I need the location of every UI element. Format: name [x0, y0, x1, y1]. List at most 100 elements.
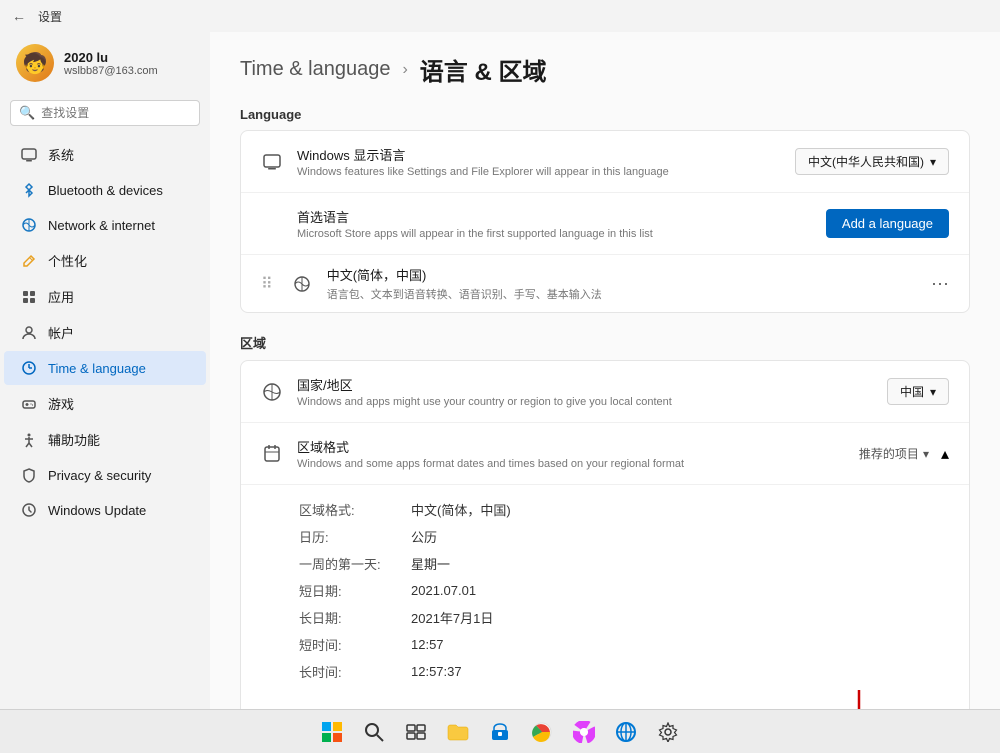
chinese-lang-row: ⠿ 中文(简体，中国) 语言包、文本到语音转换、语音识别、手写、基本输入法 ··…: [241, 255, 969, 312]
sidebar-item-time-language[interactable]: Time & language: [4, 351, 206, 385]
more-options-icon[interactable]: ···: [931, 273, 949, 294]
regional-format-action: 推荐的项目 ▾ ▴: [859, 444, 949, 464]
long-time-value: 12:57:37: [411, 659, 947, 684]
calendar-label: 日历:: [299, 524, 409, 549]
sidebar-item-label: Time & language: [48, 361, 146, 376]
titlebar: ← 设置: [0, 0, 1000, 32]
first-day-value: 星期一: [411, 551, 947, 576]
short-date-value: 2021.07.01: [411, 578, 947, 603]
main-content: Time & language › 语言 & 区域 Language Windo…: [210, 32, 1000, 709]
time-icon: [20, 359, 38, 377]
gaming-icon: [20, 395, 38, 413]
taskbar-store-button[interactable]: [482, 714, 518, 750]
accounts-icon: [20, 324, 38, 342]
red-arrow-container: [297, 686, 949, 709]
taskbar-explorer-button[interactable]: [440, 714, 476, 750]
windows-display-language-row: Windows 显示语言 Windows features like Setti…: [241, 131, 969, 193]
regional-format-subtitle: Windows and some apps format dates and t…: [297, 458, 845, 470]
region-section-title: 区域: [240, 333, 970, 352]
page-header-parent: Time & language: [240, 58, 390, 81]
windows-start-button[interactable]: [314, 714, 350, 750]
long-time-label: 长时间:: [299, 659, 409, 684]
first-day-label: 一周的第一天:: [299, 551, 409, 576]
page-header: Time & language › 语言 & 区域: [240, 52, 970, 87]
country-dropdown[interactable]: 中国 ▾: [887, 378, 949, 405]
long-date-value: 2021年7月1日: [411, 605, 947, 630]
system-icon: [20, 146, 38, 164]
chevron-down-icon: ▾: [930, 155, 936, 169]
country-icon: [261, 381, 283, 403]
region-card: 国家/地区 Windows and apps might use your co…: [240, 360, 970, 709]
user-profile[interactable]: 🧒 2020 lu wslbb87@163.com: [0, 32, 210, 94]
sidebar-item-personalization[interactable]: 个性化: [4, 243, 206, 278]
sidebar-item-label: 系统: [48, 145, 74, 164]
apps-icon: [20, 288, 38, 306]
format-row-first-day: 一周的第一天: 星期一: [299, 551, 947, 576]
country-title: 国家/地区: [297, 375, 873, 394]
taskbar-network-button[interactable]: [608, 714, 644, 750]
sidebar-item-gaming[interactable]: 游戏: [4, 386, 206, 421]
preferred-lang-text: 首选语言 Microsoft Store apps will appear in…: [297, 207, 812, 240]
sidebar-item-label: Windows Update: [48, 503, 146, 518]
back-button[interactable]: ←: [12, 8, 26, 24]
sidebar-item-network[interactable]: Network & internet: [4, 208, 206, 242]
network-icon: [20, 216, 38, 234]
chinese-lang-title: 中文(简体，中国): [327, 265, 917, 284]
sidebar-item-bluetooth[interactable]: Bluetooth & devices: [4, 173, 206, 207]
display-language-subtitle: Windows features like Settings and File …: [297, 166, 781, 178]
format-value: 中文(简体，中国): [411, 497, 947, 522]
country-action: 中国 ▾: [887, 378, 949, 405]
regional-format-row: 区域格式 Windows and some apps format dates …: [241, 423, 969, 485]
user-name: 2020 lu: [64, 50, 158, 65]
regional-format-title: 区域格式: [297, 437, 845, 456]
sidebar-item-privacy[interactable]: Privacy & security: [4, 458, 206, 492]
taskbar-search-button[interactable]: [356, 714, 392, 750]
search-input[interactable]: [41, 106, 191, 120]
sidebar-item-label: Bluetooth & devices: [48, 183, 163, 198]
language-card: Windows 显示语言 Windows features like Setti…: [240, 130, 970, 313]
short-time-label: 短时间:: [299, 632, 409, 657]
taskbar-photos-button[interactable]: [566, 714, 602, 750]
language-section-title: Language: [240, 107, 970, 122]
preferred-lang-subtitle: Microsoft Store apps will appear in the …: [297, 228, 812, 240]
search-box[interactable]: 🔍: [10, 100, 200, 126]
display-language-dropdown[interactable]: 中文(中华人民共和国) ▾: [795, 148, 949, 175]
sidebar-item-label: 个性化: [48, 251, 87, 270]
preferred-language-row: 首选语言 Microsoft Store apps will appear in…: [241, 193, 969, 255]
format-table: 区域格式: 中文(简体，中国) 日历: 公历 一周的第一天: 星期一 短日期: …: [297, 495, 949, 686]
taskbar-taskview-button[interactable]: [398, 714, 434, 750]
format-row-long-date: 长日期: 2021年7月1日: [299, 605, 947, 630]
preferred-lang-action: Add a language: [826, 209, 949, 238]
display-language-text: Windows 显示语言 Windows features like Setti…: [297, 145, 781, 178]
app-body: 🧒 2020 lu wslbb87@163.com 🔍 系统: [0, 32, 1000, 709]
breadcrumb-chevron: ›: [402, 61, 407, 79]
promoted-dropdown: 推荐的项目 ▾: [859, 445, 929, 462]
nav-list: 系统 Bluetooth & devices Network & interne…: [0, 136, 210, 528]
taskbar: [0, 709, 1000, 753]
windows-update-icon: [20, 501, 38, 519]
short-time-value: 12:57: [411, 632, 947, 657]
regional-format-text: 区域格式 Windows and some apps format dates …: [297, 437, 845, 470]
add-language-button[interactable]: Add a language: [826, 209, 949, 238]
format-detail: 区域格式: 中文(简体，中国) 日历: 公历 一周的第一天: 星期一 短日期: …: [241, 485, 969, 709]
format-label: 区域格式:: [299, 497, 409, 522]
personalization-icon: [20, 252, 38, 270]
display-language-action: 中文(中华人民共和国) ▾: [795, 148, 949, 175]
titlebar-title: 设置: [38, 8, 62, 25]
taskbar-settings-button[interactable]: [650, 714, 686, 750]
sidebar-item-system[interactable]: 系统: [4, 137, 206, 172]
format-row-short-time: 短时间: 12:57: [299, 632, 947, 657]
chevron-up-icon[interactable]: ▴: [941, 444, 949, 464]
sidebar-item-accounts[interactable]: 帐户: [4, 315, 206, 350]
preferred-lang-title: 首选语言: [297, 207, 812, 226]
display-language-title: Windows 显示语言: [297, 145, 781, 164]
drag-icon: ⠿: [261, 274, 273, 294]
format-row-calendar: 日历: 公历: [299, 524, 947, 549]
sidebar-item-accessibility[interactable]: 辅助功能: [4, 422, 206, 457]
taskbar-chrome-button[interactable]: [524, 714, 560, 750]
sidebar-item-windows-update[interactable]: Windows Update: [4, 493, 206, 527]
long-date-label: 长日期:: [299, 605, 409, 630]
avatar: 🧒: [16, 44, 54, 82]
sidebar-item-apps[interactable]: 应用: [4, 279, 206, 314]
sidebar-item-label: 游戏: [48, 394, 74, 413]
